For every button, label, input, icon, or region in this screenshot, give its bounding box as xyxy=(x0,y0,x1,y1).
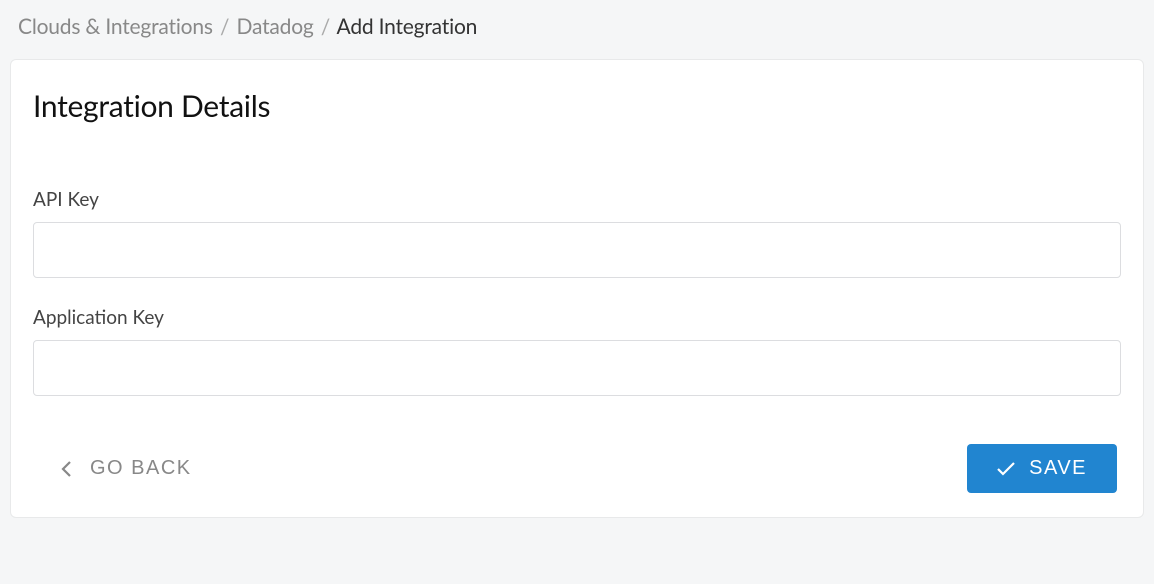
breadcrumb-item-clouds[interactable]: Clouds & Integrations xyxy=(18,14,213,39)
api-key-group: API Key xyxy=(33,188,1121,278)
chevron-left-icon xyxy=(61,460,72,478)
go-back-button[interactable]: GO BACK xyxy=(61,451,192,486)
application-key-group: Application Key xyxy=(33,306,1121,396)
save-button[interactable]: SAVE xyxy=(967,444,1117,493)
actions-row: GO BACK SAVE xyxy=(33,444,1121,493)
save-label: SAVE xyxy=(1029,457,1087,480)
go-back-label: GO BACK xyxy=(90,457,192,480)
api-key-label: API Key xyxy=(33,188,1121,211)
breadcrumb-current: Add Integration xyxy=(337,14,478,39)
breadcrumb-separator: / xyxy=(220,14,229,39)
integration-details-card: Integration Details API Key Application … xyxy=(10,59,1144,518)
breadcrumb-item-datadog[interactable]: Datadog xyxy=(236,14,313,39)
application-key-label: Application Key xyxy=(33,306,1121,329)
check-icon xyxy=(997,462,1015,476)
breadcrumb: Clouds & Integrations / Datadog / Add In… xyxy=(0,0,1154,49)
page-title: Integration Details xyxy=(33,88,1121,124)
application-key-input[interactable] xyxy=(33,340,1121,396)
api-key-input[interactable] xyxy=(33,222,1121,278)
breadcrumb-separator: / xyxy=(321,14,330,39)
